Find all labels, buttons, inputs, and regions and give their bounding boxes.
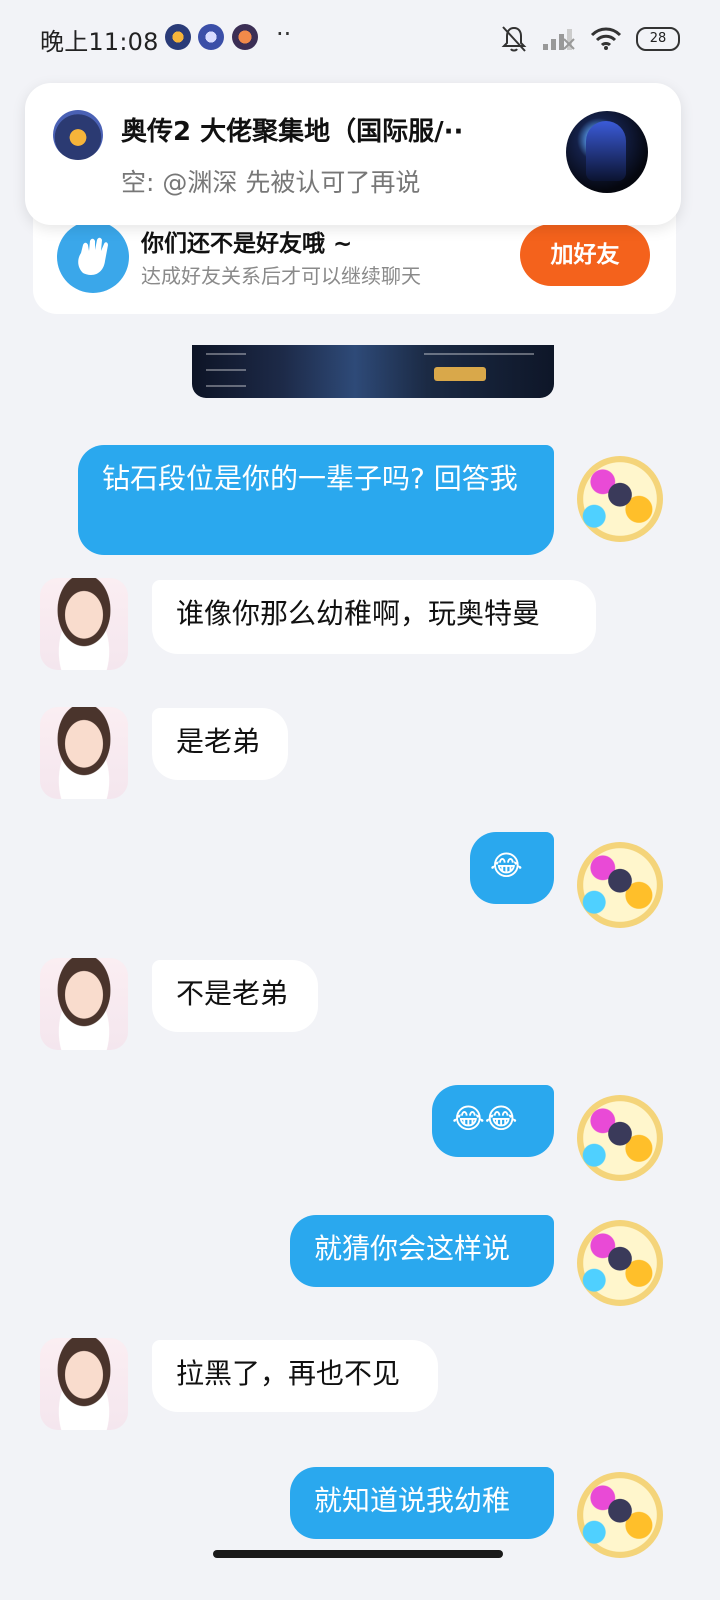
friend-card-title: 你们还不是好友哦 ~ xyxy=(141,231,353,257)
message-bubble-out[interactable]: 😂 xyxy=(470,832,554,904)
contact-avatar[interactable] xyxy=(40,1338,128,1430)
message-bubble-in[interactable]: 拉黑了，再也不见 xyxy=(152,1340,438,1412)
message-text: 不是老弟 xyxy=(176,977,289,1010)
message-bubble-in[interactable]: 谁像你那么幼稚啊，玩奥特曼 xyxy=(152,580,596,654)
notification-title: 奥传2 大佬聚集地（国际服/·· xyxy=(121,117,464,147)
self-avatar[interactable] xyxy=(577,456,663,542)
image-detail xyxy=(206,369,246,371)
game-app-icon xyxy=(232,24,258,50)
status-bar: 晚上11:08 ·· 28 xyxy=(0,0,720,80)
self-avatar[interactable] xyxy=(577,1095,663,1181)
shared-game-screenshot[interactable] xyxy=(192,345,554,398)
avatar-figure xyxy=(586,121,626,181)
message-bubble-in[interactable]: 是老弟 xyxy=(152,708,288,780)
signal-icon xyxy=(543,29,575,50)
game-app-icon xyxy=(198,24,224,50)
add-friend-button[interactable]: 加好友 xyxy=(520,224,650,286)
friend-card-subtitle: 达成好友关系后才可以继续聊天 xyxy=(141,264,421,288)
self-avatar[interactable] xyxy=(577,1220,663,1306)
message-text: 钻石段位是你的一辈子吗? 回答我 xyxy=(102,462,518,495)
notification-banner[interactable]: 奥传2 大佬聚集地（国际服/·· 空: @渊深 先被认可了再说 xyxy=(25,83,681,225)
message-text: 就猜你会这样说 xyxy=(314,1232,511,1265)
image-detail xyxy=(434,367,486,381)
hand-icon xyxy=(78,237,108,275)
mute-bell-icon xyxy=(501,26,527,52)
notification-avatar xyxy=(566,111,648,193)
battery-icon: 28 xyxy=(636,27,680,51)
image-detail xyxy=(206,385,246,387)
game-app-icon xyxy=(165,24,191,50)
home-indicator[interactable] xyxy=(213,1550,503,1558)
game-app-icon xyxy=(53,110,103,160)
wave-hand-icon xyxy=(57,221,129,293)
message-bubble-out[interactable]: 就知道说我幼稚 xyxy=(290,1467,554,1539)
status-right-icons: 28 xyxy=(500,22,680,56)
message-text: 谁像你那么幼稚啊，玩奥特曼 xyxy=(176,597,541,630)
message-text: 拉黑了，再也不见 xyxy=(176,1357,401,1390)
message-text: 😂 xyxy=(490,849,523,882)
image-detail xyxy=(424,353,534,355)
status-time: 晚上11:08 xyxy=(40,28,159,56)
wifi-icon xyxy=(590,27,622,50)
message-text: 就知道说我幼稚 xyxy=(314,1484,511,1517)
status-more-indicator: ·· xyxy=(276,20,292,48)
contact-avatar[interactable] xyxy=(40,958,128,1050)
contact-avatar[interactable] xyxy=(40,707,128,799)
image-detail xyxy=(206,353,246,355)
message-text: 😂😂 xyxy=(452,1102,518,1135)
notification-message: 空: @渊深 先被认可了再说 xyxy=(121,168,421,197)
message-bubble-in[interactable]: 不是老弟 xyxy=(152,960,318,1032)
self-avatar[interactable] xyxy=(577,1472,663,1558)
message-bubble-out[interactable]: 😂😂 xyxy=(432,1085,554,1157)
contact-avatar[interactable] xyxy=(40,578,128,670)
self-avatar[interactable] xyxy=(577,842,663,928)
message-bubble-out[interactable]: 钻石段位是你的一辈子吗? 回答我 xyxy=(78,445,554,555)
message-bubble-out[interactable]: 就猜你会这样说 xyxy=(290,1215,554,1287)
message-text: 是老弟 xyxy=(176,725,261,758)
